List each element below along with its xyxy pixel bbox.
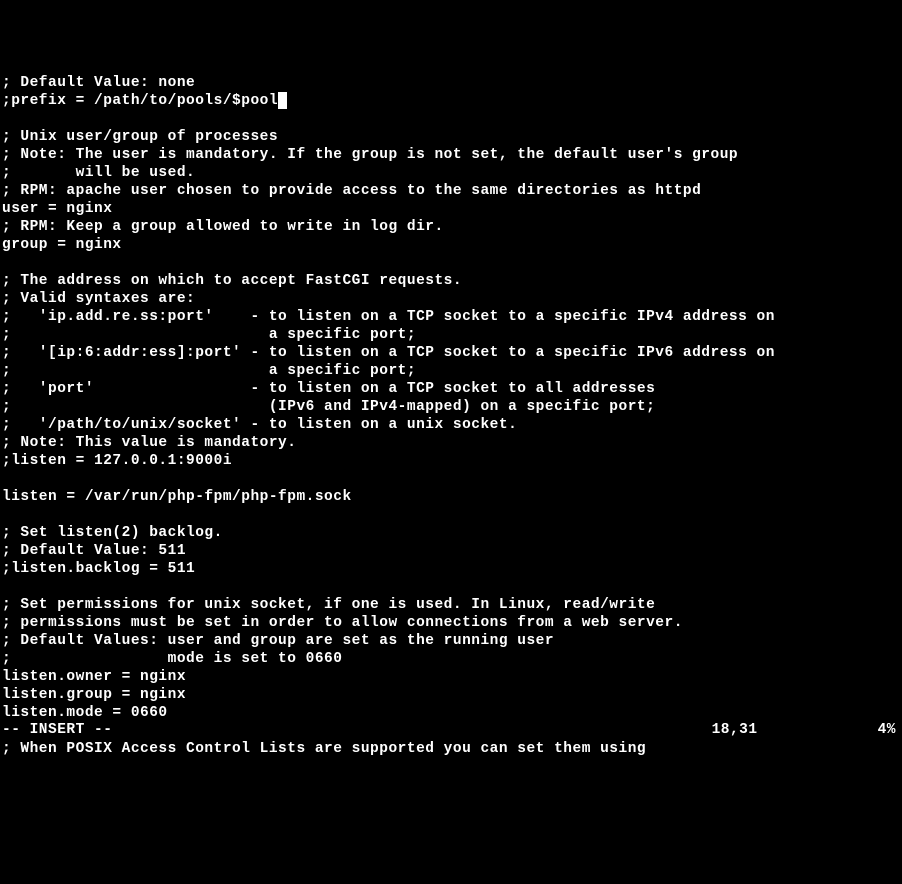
editor-line: ; Unix user/group of processes xyxy=(2,128,902,146)
editor-line: ; 'ip.add.re.ss:port' - to listen on a T… xyxy=(2,308,902,326)
editor-line: ; '/path/to/unix/socket' - to listen on … xyxy=(2,416,902,434)
editor-viewport[interactable]: ; Default Value: none;prefix = /path/to/… xyxy=(0,72,902,758)
editor-line: ; a specific port; xyxy=(2,326,902,344)
editor-line: listen = /var/run/php-fpm/php-fpm.sock xyxy=(2,488,902,506)
editor-line: group = nginx xyxy=(2,236,902,254)
editor-line: listen.mode = 0660 xyxy=(2,704,902,722)
editor-line: ; Default Value: 511 xyxy=(2,542,902,560)
editor-line xyxy=(2,110,902,128)
editor-mode: -- INSERT -- xyxy=(2,721,112,739)
editor-line: ; Set permissions for unix socket, if on… xyxy=(2,596,902,614)
editor-line: ; a specific port; xyxy=(2,362,902,380)
editor-line: listen.group = nginx xyxy=(2,686,902,704)
editor-line: ; Default Value: none xyxy=(2,74,902,92)
editor-line: ;listen.backlog = 511 xyxy=(2,560,902,578)
cursor-position: 18,31 xyxy=(712,721,758,739)
editor-line: ;prefix = /path/to/pools/$pool xyxy=(2,92,902,110)
editor-line xyxy=(2,578,902,596)
editor-line: listen.owner = nginx xyxy=(2,668,902,686)
text-cursor xyxy=(278,92,287,109)
editor-line: ; will be used. xyxy=(2,164,902,182)
editor-line xyxy=(2,470,902,488)
editor-line: ; RPM: apache user chosen to provide acc… xyxy=(2,182,902,200)
editor-line xyxy=(2,254,902,272)
editor-line: ; (IPv6 and IPv4-mapped) on a specific p… xyxy=(2,398,902,416)
editor-line: ; Valid syntaxes are: xyxy=(2,290,902,308)
editor-line: ; permissions must be set in order to al… xyxy=(2,614,902,632)
editor-line: ; Note: The user is mandatory. If the gr… xyxy=(2,146,902,164)
editor-line: ; The address on which to accept FastCGI… xyxy=(2,272,902,290)
vim-status-bar: -- INSERT -- 18,31 4% xyxy=(2,721,896,739)
editor-line: ; Note: This value is mandatory. xyxy=(2,434,902,452)
editor-line: ; Default Values: user and group are set… xyxy=(2,632,902,650)
editor-line: ; mode is set to 0660 xyxy=(2,650,902,668)
editor-line: ; '[ip:6:addr:ess]:port' - to listen on … xyxy=(2,344,902,362)
editor-line: ; Set listen(2) backlog. xyxy=(2,524,902,542)
scroll-percent: 4% xyxy=(878,721,896,739)
editor-line xyxy=(2,506,902,524)
editor-line: user = nginx xyxy=(2,200,902,218)
editor-line: ; RPM: Keep a group allowed to write in … xyxy=(2,218,902,236)
editor-line: ;listen = 127.0.0.1:9000i xyxy=(2,452,902,470)
editor-line: ; 'port' - to listen on a TCP socket to … xyxy=(2,380,902,398)
